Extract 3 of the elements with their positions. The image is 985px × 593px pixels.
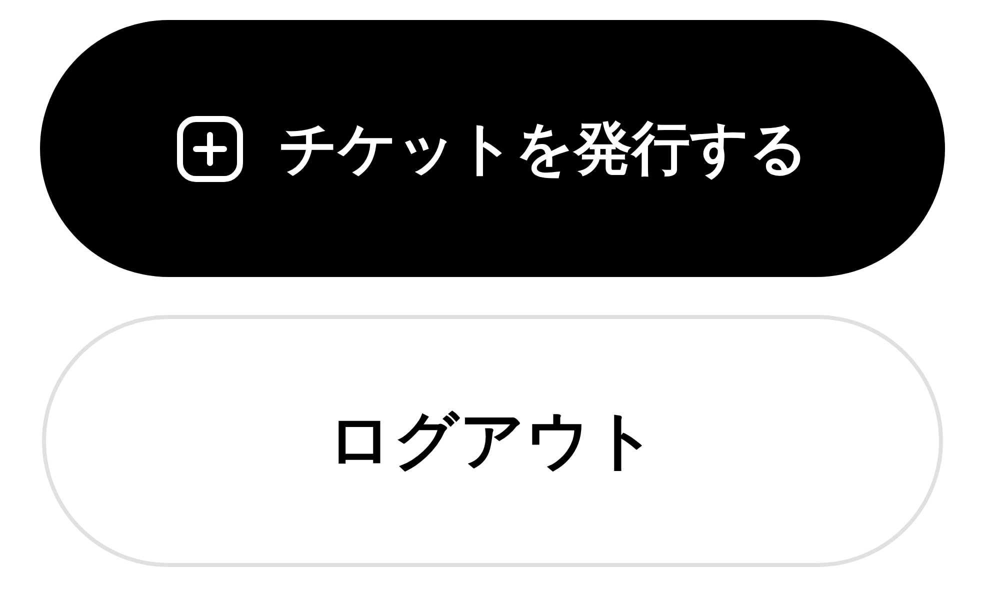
logout-button[interactable]: ログアウト bbox=[42, 315, 943, 567]
issue-ticket-button[interactable]: チケットを発行する bbox=[40, 20, 945, 277]
plus-icon bbox=[177, 116, 243, 182]
